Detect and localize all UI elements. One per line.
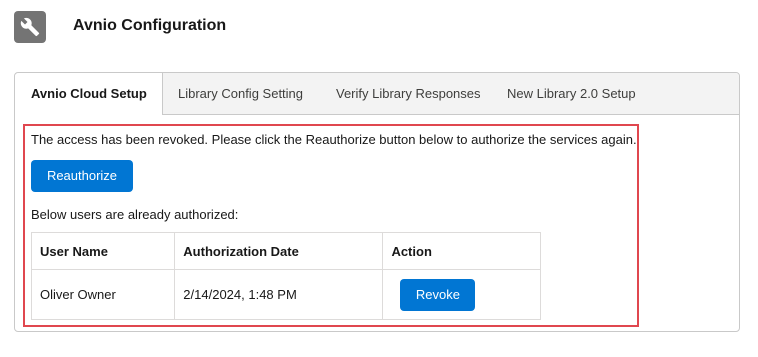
tab-bar: Avnio Cloud Setup Library Config Setting… bbox=[15, 73, 739, 115]
column-header-action: Action bbox=[382, 232, 541, 270]
table-row: Oliver Owner 2/14/2024, 1:48 PM Revoke bbox=[30, 269, 541, 320]
reauthorize-button[interactable]: Reauthorize bbox=[31, 160, 133, 192]
cell-authorization-date: 2/14/2024, 1:48 PM bbox=[174, 269, 384, 320]
column-header-user-name: User Name bbox=[30, 232, 176, 270]
tab-verify-library-responses[interactable]: Verify Library Responses bbox=[336, 73, 481, 114]
cell-action: Revoke bbox=[382, 269, 541, 320]
revoke-button[interactable]: Revoke bbox=[400, 278, 476, 311]
tab-new-library-setup[interactable]: New Library 2.0 Setup bbox=[507, 73, 636, 114]
cell-user-name: Oliver Owner bbox=[30, 269, 176, 320]
wrench-icon bbox=[14, 11, 46, 43]
tab-avnio-cloud-setup[interactable]: Avnio Cloud Setup bbox=[15, 73, 163, 115]
table-header-row: User Name Authorization Date Action bbox=[30, 232, 541, 270]
authorized-users-label: Below users are already authorized: bbox=[31, 207, 239, 222]
tab-library-config-setting[interactable]: Library Config Setting bbox=[178, 73, 303, 114]
page-title: Avnio Configuration bbox=[73, 17, 227, 34]
revoked-notice: The access has been revoked. Please clic… bbox=[31, 132, 637, 147]
column-header-authorization-date: Authorization Date bbox=[174, 232, 384, 270]
authorized-users-table: User Name Authorization Date Action Oliv… bbox=[30, 232, 541, 320]
